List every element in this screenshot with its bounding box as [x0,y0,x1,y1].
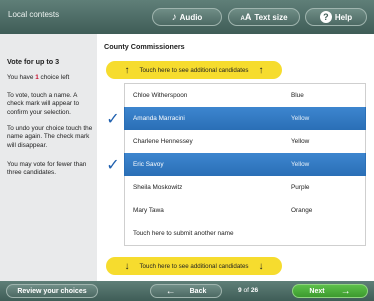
instruction-undo: To undo your choice touch the name again… [7,125,93,149]
candidate-name: Chloe Witherspoon [133,92,188,99]
top-bar: Local contests ♪ Audio AA Text size ? He… [0,0,374,34]
candidate-party: Blue [291,92,304,99]
instruction-fewer: You may vote for fewer than three candid… [7,161,87,177]
candidate-name: Amanda Marracini [133,114,185,122]
write-in-label: Touch here to submit another name [133,229,234,237]
vote-limit-heading: Vote for up to 3 [7,57,60,66]
help-label: Help [334,12,353,22]
candidate-party: Purple [291,183,310,191]
arrow-down-icon: ↓ [124,260,130,272]
write-in-row[interactable]: Touch here to submit another name [102,221,368,246]
check-slot [102,222,124,245]
candidate-party: Orange [291,206,313,214]
help-button[interactable]: ? Help [305,8,367,26]
checkmark-icon: ✓ [106,110,120,128]
candidate-party: Yellow [291,137,310,145]
check-slot [102,176,124,199]
scroll-down-label: Touch here to see additional candidates [139,262,249,270]
instruction-select: To vote, touch a name. A check mark will… [7,92,80,116]
candidate-row[interactable]: Charlene Hennessey Yellow [102,129,368,154]
help-icon: ? [319,11,332,23]
candidate-party: Yellow [291,160,310,168]
candidate-row[interactable]: Chloe Witherspoon Blue [102,83,368,108]
audio-label: Audio [179,12,203,22]
arrow-up-icon: ↑ [124,64,130,76]
candidate-name: Charlene Hennessey [133,137,193,145]
candidate-row-selected[interactable]: ✓ Eric Savoy Yellow [102,152,368,177]
check-slot [102,84,124,107]
checkmark-icon: ✓ [106,156,120,174]
screen-title: Local contests [8,10,60,19]
arrow-up-icon: ↑ [258,64,264,76]
contest-title: County Commissioners [104,42,185,51]
text-size-button[interactable]: AA Text size [228,8,300,26]
candidate-name: Sheila Moskowitz [133,183,183,191]
check-slot [102,130,124,153]
audio-button[interactable]: ♪ Audio [152,8,222,26]
text-size-label: Text size [254,12,288,22]
page-indicator: 9 of 26 [238,287,259,294]
arrow-right-icon: → [340,285,351,297]
check-slot [102,199,124,222]
candidate-row[interactable]: Mary Tawa Orange [102,198,368,223]
choices-left: You have 1 choice left [7,74,70,81]
candidate-list: Chloe Witherspoon Blue ✓ Amanda Marracini… [102,83,368,246]
candidate-party: Yellow [291,114,310,122]
arrow-down-icon: ↓ [258,260,264,272]
arrow-left-icon: ← [165,285,176,297]
audio-icon: ♪ [171,11,177,23]
candidate-row-selected[interactable]: ✓ Amanda Marracini Yellow [102,106,368,131]
candidate-row[interactable]: Sheila Moskowitz Purple [102,175,368,200]
instructions-sidebar: Vote for up to 3 You have 1 choice left … [0,34,97,281]
next-label: Next [309,287,325,295]
next-button[interactable]: Next → [292,284,368,298]
scroll-up-button[interactable]: ↑ Touch here to see additional candidate… [106,61,282,79]
candidate-name: Mary Tawa [133,206,164,214]
candidate-name: Eric Savoy [133,160,164,168]
scroll-down-button[interactable]: ↓ Touch here to see additional candidate… [106,257,282,275]
back-label: Back [189,287,207,295]
review-choices-button[interactable]: Review your choices [6,284,98,298]
back-button[interactable]: ← Back [150,284,222,298]
scroll-up-label: Touch here to see additional candidates [139,66,249,74]
bottom-bar: Review your choices ← Back 9 of 26 Next … [0,281,374,301]
text-size-icon: AA [240,12,252,22]
